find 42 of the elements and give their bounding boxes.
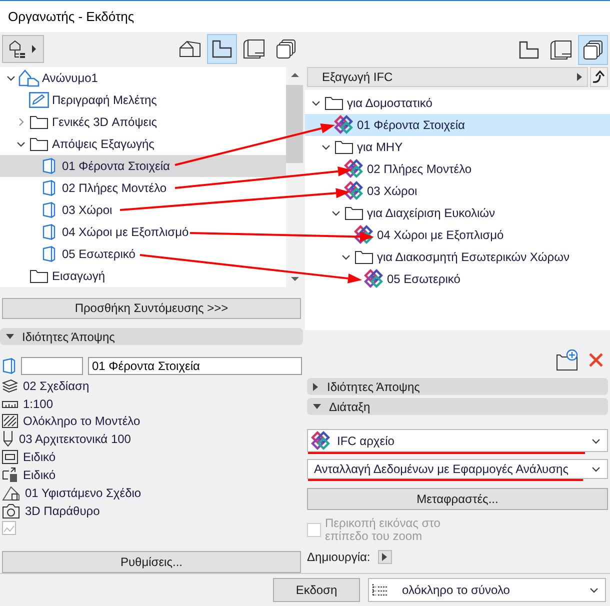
publish-button[interactable]: Εκδοση (273, 578, 360, 602)
tree-item[interactable]: 02 Πλήρες Μοντέλο (0, 176, 286, 199)
property-value: 1:100 (23, 396, 54, 411)
tree-item[interactable]: για Διακοσμητή Εσωτερικών Χώρων (305, 246, 610, 268)
property-value: 02 Σχεδίαση (23, 378, 90, 393)
section-header[interactable]: Ιδιότητες Άποψης (0, 328, 303, 346)
property-value: Ειδικό (23, 450, 56, 464)
property-value: 03 Αρχιτεκτονικά 100 (19, 432, 131, 446)
window-title: Οργανωτής - Εκδότης (8, 9, 134, 24)
format-dropdown[interactable]: IFC αρχείο (307, 429, 608, 452)
tree-item[interactable]: 03 Χώροι (305, 180, 610, 202)
tree-item[interactable]: 05 Εσωτερικό (0, 242, 286, 265)
translator-dropdown[interactable]: Ανταλλαγή Δεδομένων με Εφαρμογές Ανάλυσης (307, 459, 608, 479)
tree-item[interactable]: Γενικές 3D Απόψεις (0, 110, 286, 133)
tree-item[interactable]: για Διαχείριση Ευκολιών (305, 202, 610, 224)
scope-dropdown[interactable]: ολόκληρο το σύνολο (368, 578, 606, 602)
property-value: Ειδικό (23, 468, 56, 482)
tree-item[interactable]: Απόψεις Εξαγωγής (0, 132, 286, 155)
tree-item[interactable]: για ΜΗΥ (305, 136, 610, 158)
path-bar[interactable]: Εξαγωγή IFC (307, 67, 588, 87)
tree-item[interactable]: για Δομοστατικό (305, 92, 610, 114)
name-field[interactable]: 01 Φέροντα Στοιχεία (88, 357, 302, 376)
add-shortcut-button[interactable]: Προσθήκη Συντόμευσης >>> (2, 298, 301, 320)
translators-button[interactable]: Μεταφραστές... (307, 488, 608, 510)
tree-item[interactable]: 05 Εσωτερικό (305, 268, 610, 290)
tree-item[interactable]: 03 Χώροι (0, 198, 286, 221)
tree-item[interactable]: 04 Χώροι με Εξοπλισμό (305, 224, 610, 246)
tree-item[interactable]: 01 Φέροντα Στοιχεία (305, 114, 610, 136)
tree-item[interactable]: Εισαγωγή (0, 264, 286, 287)
tree-item[interactable]: Ανώνυμο1 (0, 66, 286, 89)
section-header[interactable]: Ιδιότητες Άποψης (307, 378, 608, 395)
property-value: 01 Υφιστάμενο Σχέδιο (25, 486, 142, 500)
property-value: Ολόκληρο το Μοντέλο (23, 414, 140, 428)
create-label: Δημιουργία: (307, 550, 370, 564)
tree-item[interactable]: 01 Φέροντα Στοιχεία (0, 154, 286, 177)
checkbox-label: Περικοπή εικόνας στο επίπεδο του zoom (325, 517, 442, 543)
section-header[interactable]: Διάταξη (307, 398, 608, 415)
tree-item[interactable]: Περιγραφή Μελέτης (0, 88, 286, 111)
tree-item[interactable]: 04 Χώροι με Εξοπλισμό (0, 220, 286, 243)
property-value: 3D Παράθυρο (25, 504, 100, 518)
settings-button[interactable]: Ρυθμίσεις... (2, 551, 301, 574)
tree-item[interactable]: 02 Πλήρες Μοντέλο (305, 158, 610, 180)
